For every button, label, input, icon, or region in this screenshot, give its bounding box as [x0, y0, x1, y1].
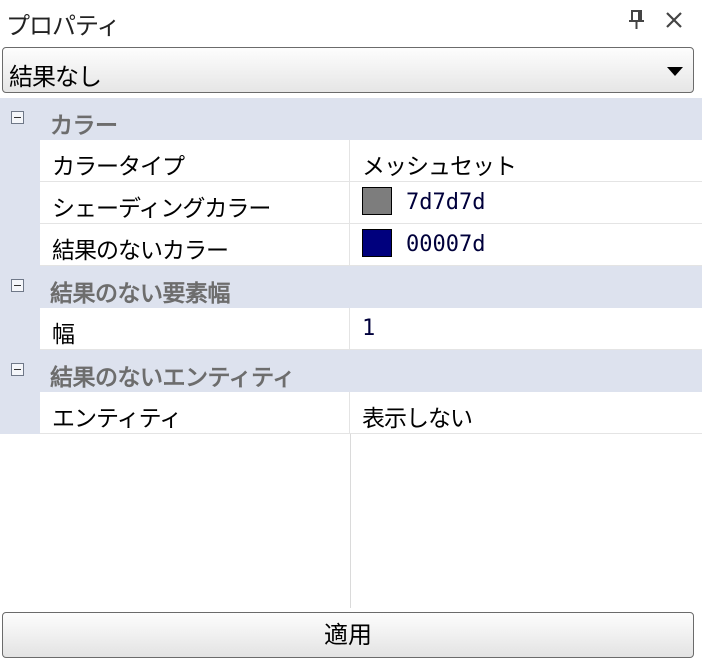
property-value-text: 7d7d7d [406, 190, 486, 215]
property-value-text: 表示しない [362, 406, 473, 432]
result-selector-value: 結果なし [9, 63, 102, 91]
property-grid: カラー カラータイプ メッシュセット シェーディングカラー 7d7d7d 結果の… [0, 98, 702, 608]
category-label: 結果のない要素幅 [50, 281, 231, 307]
category-label: カラー [50, 113, 118, 139]
category-element-width[interactable]: 結果のない要素幅 [0, 266, 702, 308]
property-name-no-result-color[interactable]: 結果のないカラー [40, 224, 350, 266]
category-entity[interactable]: 結果のないエンティティ [0, 350, 702, 392]
color-swatch[interactable] [362, 186, 392, 215]
property-row[interactable]: カラータイプ メッシュセット [0, 140, 702, 182]
row-gutter [0, 308, 40, 350]
property-row[interactable]: 結果のないカラー 00007d [0, 224, 702, 266]
color-swatch[interactable] [362, 228, 392, 257]
property-value-text: メッシュセット [362, 154, 517, 180]
property-value-no-result-color[interactable]: 00007d [350, 224, 702, 266]
collapse-icon[interactable] [11, 279, 24, 292]
property-row[interactable]: シェーディングカラー 7d7d7d [0, 182, 702, 224]
result-selector-dropdown[interactable]: 結果なし [2, 47, 694, 93]
row-gutter [0, 182, 40, 224]
close-icon[interactable] [662, 8, 686, 32]
property-name-shading-color[interactable]: シェーディングカラー [40, 182, 350, 224]
property-name-color-type[interactable]: カラータイプ [40, 140, 350, 182]
panel-titlebar: プロパティ [0, 0, 702, 42]
collapse-icon[interactable] [11, 111, 24, 124]
property-name-width[interactable]: 幅 [40, 308, 350, 350]
row-gutter [0, 392, 40, 434]
row-gutter [0, 140, 40, 182]
property-value-entity[interactable]: 表示しない [350, 392, 702, 434]
category-label: 結果のないエンティティ [50, 365, 295, 391]
property-value-text: 1 [362, 316, 376, 341]
property-value-text: 00007d [406, 232, 486, 257]
collapse-icon[interactable] [11, 363, 24, 376]
property-value-width[interactable]: 1 [350, 308, 702, 350]
category-color[interactable]: カラー [0, 98, 702, 140]
property-row[interactable]: 幅 1 [0, 308, 702, 350]
property-name-entity[interactable]: エンティティ [40, 392, 350, 434]
panel-title: プロパティ [6, 12, 121, 40]
property-row[interactable]: エンティティ 表示しない [0, 392, 702, 434]
property-value-color-type[interactable]: メッシュセット [350, 140, 702, 182]
column-divider[interactable] [350, 434, 351, 608]
pin-icon[interactable] [626, 8, 648, 32]
chevron-down-icon[interactable] [667, 67, 683, 76]
apply-button[interactable]: 適用 [2, 612, 694, 658]
property-value-shading-color[interactable]: 7d7d7d [350, 182, 702, 224]
row-gutter [0, 224, 40, 266]
